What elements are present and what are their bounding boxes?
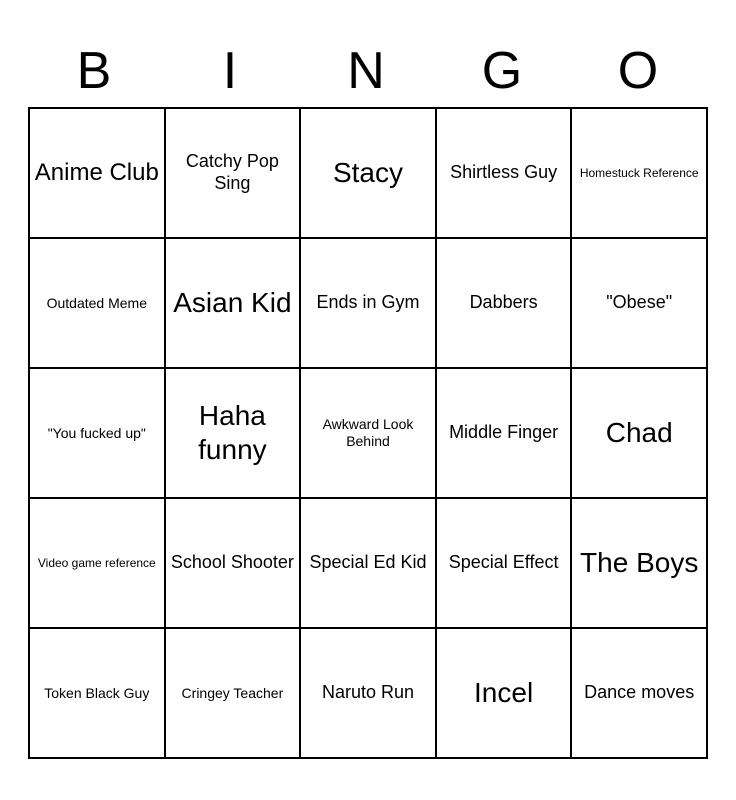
bingo-cell-6: Asian Kid [166,239,302,369]
bingo-cell-7: Ends in Gym [301,239,437,369]
cell-text-10: "You fucked up" [48,425,146,442]
bingo-cell-22: Naruto Run [301,629,437,759]
cell-text-3: Shirtless Guy [450,162,557,184]
bingo-cell-23: Incel [437,629,573,759]
cell-text-7: Ends in Gym [316,292,419,314]
header-letter-I: I [167,41,297,101]
bingo-cell-20: Token Black Guy [30,629,166,759]
bingo-cell-11: Haha funny [166,369,302,499]
bingo-grid: Anime Club Catchy Pop Sing Stacy Shirtless … [28,107,708,759]
bingo-cell-13: Middle Finger [437,369,573,499]
cell-text-1: Catchy Pop Sing [170,151,296,194]
cell-text-21: Cringey Teacher [182,685,284,702]
cell-text-18: Special Effect [449,552,559,574]
cell-text-4: Homestuck Reference [580,166,699,180]
cell-text-5: Outdated Meme [47,295,147,312]
cell-text-0: Anime Club [35,159,159,188]
cell-text-24: Dance moves [584,682,694,704]
bingo-cell-15: Video game reference [30,499,166,629]
cell-text-8: Dabbers [470,292,538,314]
bingo-cell-9: "Obese" [572,239,708,369]
cell-text-12: Awkward Look Behind [305,416,431,450]
cell-text-11: Haha funny [170,399,296,466]
cell-text-2: Stacy [333,156,403,190]
header-letter-G: G [439,41,569,101]
bingo-cell-24: Dance moves [572,629,708,759]
bingo-cell-16: School Shooter [166,499,302,629]
bingo-cell-8: Dabbers [437,239,573,369]
bingo-cell-2: Stacy [301,109,437,239]
cell-text-13: Middle Finger [449,422,558,444]
bingo-cell-14: Chad [572,369,708,499]
cell-text-17: Special Ed Kid [309,552,426,574]
cell-text-19: The Boys [580,546,698,580]
bingo-cell-12: Awkward Look Behind [301,369,437,499]
bingo-cell-21: Cringey Teacher [166,629,302,759]
cell-text-23: Incel [474,676,533,710]
header-letter-N: N [303,41,433,101]
bingo-cell-17: Special Ed Kid [301,499,437,629]
cell-text-16: School Shooter [171,552,294,574]
cell-text-9: "Obese" [606,292,672,314]
header-letter-B: B [31,41,161,101]
bingo-cell-18: Special Effect [437,499,573,629]
cell-text-22: Naruto Run [322,682,414,704]
bingo-cell-19: The Boys [572,499,708,629]
cell-text-14: Chad [606,416,673,450]
bingo-cell-10: "You fucked up" [30,369,166,499]
header-letter-O: O [575,41,705,101]
bingo-cell-5: Outdated Meme [30,239,166,369]
cell-text-15: Video game reference [38,556,156,570]
bingo-cell-3: Shirtless Guy [437,109,573,239]
bingo-header: BINGO [28,41,708,101]
cell-text-6: Asian Kid [173,286,291,320]
bingo-cell-4: Homestuck Reference [572,109,708,239]
bingo-card: BINGO Anime Club Catchy Pop Sing Stacy Shir… [18,31,718,769]
cell-text-20: Token Black Guy [44,685,149,702]
bingo-cell-1: Catchy Pop Sing [166,109,302,239]
bingo-cell-0: Anime Club [30,109,166,239]
